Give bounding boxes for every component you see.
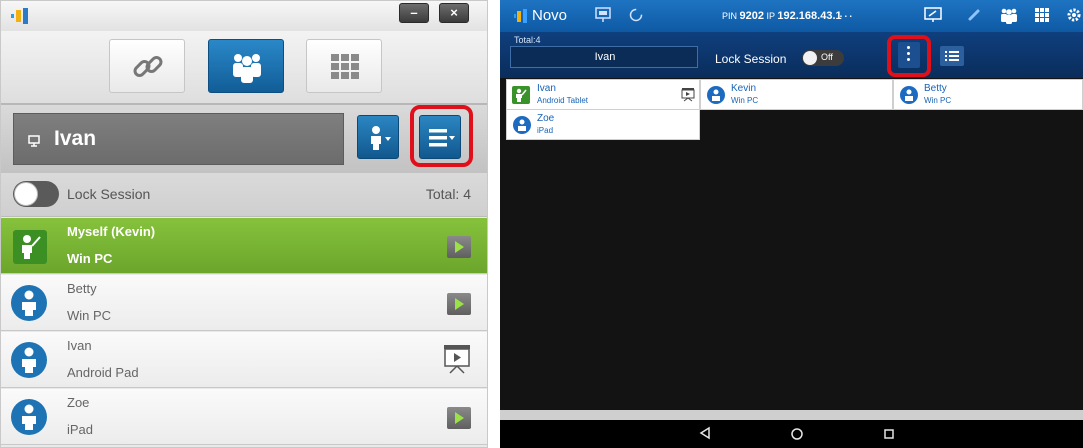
- desktop-client-window: – × Ivan Lock Session Total: 4 Myself (K…: [0, 0, 488, 448]
- participant-card[interactable]: Ivan Android Tablet: [506, 79, 700, 110]
- display-icon[interactable]: [924, 7, 942, 23]
- participant-card[interactable]: Kevin Win PC: [700, 79, 893, 110]
- user-avatar-icon: [900, 86, 918, 104]
- highlight-frame: [887, 35, 931, 77]
- user-row[interactable]: Ivan Android Pad: [1, 332, 487, 388]
- grid-mode-button[interactable]: [306, 39, 382, 93]
- participant-device: Win PC: [924, 96, 952, 105]
- user-dropdown-icon: [371, 126, 391, 150]
- self-presenter-icon: [512, 86, 530, 104]
- android-client-screen: Novo PIN 9202 IP 192.168.43.1 ... Total:…: [500, 0, 1083, 448]
- people-icon[interactable]: [1000, 7, 1018, 25]
- user-options-button[interactable]: [357, 115, 399, 159]
- participant-name: Kevin: [731, 83, 757, 94]
- presenter-screen-icon: [28, 134, 40, 150]
- participant-name: Ivan: [537, 83, 556, 94]
- toggle-state: Off: [821, 52, 833, 62]
- presenting-screen-icon[interactable]: [681, 87, 695, 102]
- session-toolbar: Total:4 Ivan Lock Session Off: [500, 32, 1083, 78]
- user-device: Win PC: [67, 251, 113, 266]
- user-avatar-icon: [513, 116, 531, 134]
- presenter-name: Ivan: [54, 127, 97, 150]
- android-nav-bar: [500, 420, 1083, 448]
- presenter-name: Ivan: [594, 51, 616, 63]
- lock-session-toggle[interactable]: [13, 181, 59, 207]
- user-row[interactable]: Betty Win PC: [1, 275, 487, 331]
- total-count: Total: 4: [425, 186, 471, 202]
- grid-icon[interactable]: [1034, 7, 1050, 23]
- participant-card[interactable]: Zoe iPad: [506, 109, 700, 140]
- user-device: Win PC: [67, 308, 112, 323]
- link-icon[interactable]: [966, 7, 982, 23]
- user-avatar-icon: [11, 285, 47, 321]
- play-icon: [455, 412, 464, 424]
- user-avatar-icon: [11, 399, 47, 435]
- play-icon: [455, 241, 464, 253]
- people-icon: [233, 54, 261, 83]
- refresh-icon[interactable]: [628, 7, 644, 23]
- total-count: Total:4: [514, 35, 541, 45]
- status-bar: Novo PIN 9202 IP 192.168.43.1 ...: [500, 0, 1083, 32]
- list-icon: [945, 51, 959, 61]
- user-name: Betty: [67, 281, 97, 296]
- screenshot-root: – × Ivan Lock Session Total: 4 Myself (K…: [0, 0, 1083, 448]
- screen-share-icon[interactable]: [595, 7, 611, 23]
- self-presenter-icon: [13, 230, 47, 264]
- home-icon[interactable]: [790, 427, 804, 441]
- participant-name: Betty: [924, 83, 947, 94]
- close-button[interactable]: ×: [439, 3, 469, 23]
- minimize-button[interactable]: –: [399, 3, 429, 23]
- novo-logo-icon: [11, 8, 28, 24]
- lock-session-label: Lock Session: [715, 52, 787, 66]
- user-name: Ivan: [67, 338, 92, 353]
- current-presenter: Ivan: [510, 46, 698, 68]
- more-info[interactable]: ...: [839, 4, 854, 20]
- list-view-button[interactable]: [940, 46, 964, 66]
- link-mode-button[interactable]: [109, 39, 185, 93]
- user-row[interactable]: Zoe iPad: [1, 389, 487, 445]
- user-name: Myself (Kevin): [67, 224, 156, 239]
- link-icon: [133, 56, 163, 77]
- user-avatar-icon: [707, 86, 725, 104]
- user-row-self[interactable]: Myself (Kevin) Win PC: [1, 218, 487, 274]
- participant-device: Android Tablet: [537, 96, 588, 105]
- play-icon: [455, 298, 464, 310]
- grid-icon: [331, 54, 359, 79]
- highlight-frame: [410, 105, 473, 167]
- back-icon[interactable]: [698, 426, 712, 440]
- play-button[interactable]: [447, 407, 471, 429]
- title-bar: – ×: [1, 1, 487, 31]
- novo-logo-icon: [514, 9, 527, 23]
- user-name: Zoe: [67, 395, 90, 410]
- user-avatar-icon: [11, 342, 47, 378]
- current-presenter: Ivan: [13, 113, 344, 165]
- settings-gear-icon[interactable]: [1066, 7, 1082, 23]
- participants-mode-button[interactable]: [208, 39, 284, 93]
- user-device: Android Pad: [67, 365, 139, 380]
- app-name: Novo: [532, 7, 568, 24]
- user-device: iPad: [67, 422, 94, 437]
- lock-session-label: Lock Session: [67, 186, 151, 202]
- participant-device: Win PC: [731, 96, 759, 105]
- participant-card[interactable]: Betty Win PC: [893, 79, 1083, 110]
- lock-session-toggle[interactable]: Off: [802, 50, 844, 66]
- presenting-screen-icon[interactable]: [443, 344, 471, 374]
- horizontal-scrollbar[interactable]: [500, 410, 1083, 420]
- play-button[interactable]: [447, 236, 471, 258]
- recent-apps-icon[interactable]: [884, 429, 894, 439]
- connection-info: PIN 9202 IP 192.168.43.1: [722, 10, 842, 22]
- participant-device: iPad: [537, 126, 554, 135]
- mode-toolbar: [1, 31, 487, 105]
- play-button[interactable]: [447, 293, 471, 315]
- participant-name: Zoe: [537, 113, 555, 124]
- lock-session-row: Lock Session Total: 4: [1, 173, 487, 217]
